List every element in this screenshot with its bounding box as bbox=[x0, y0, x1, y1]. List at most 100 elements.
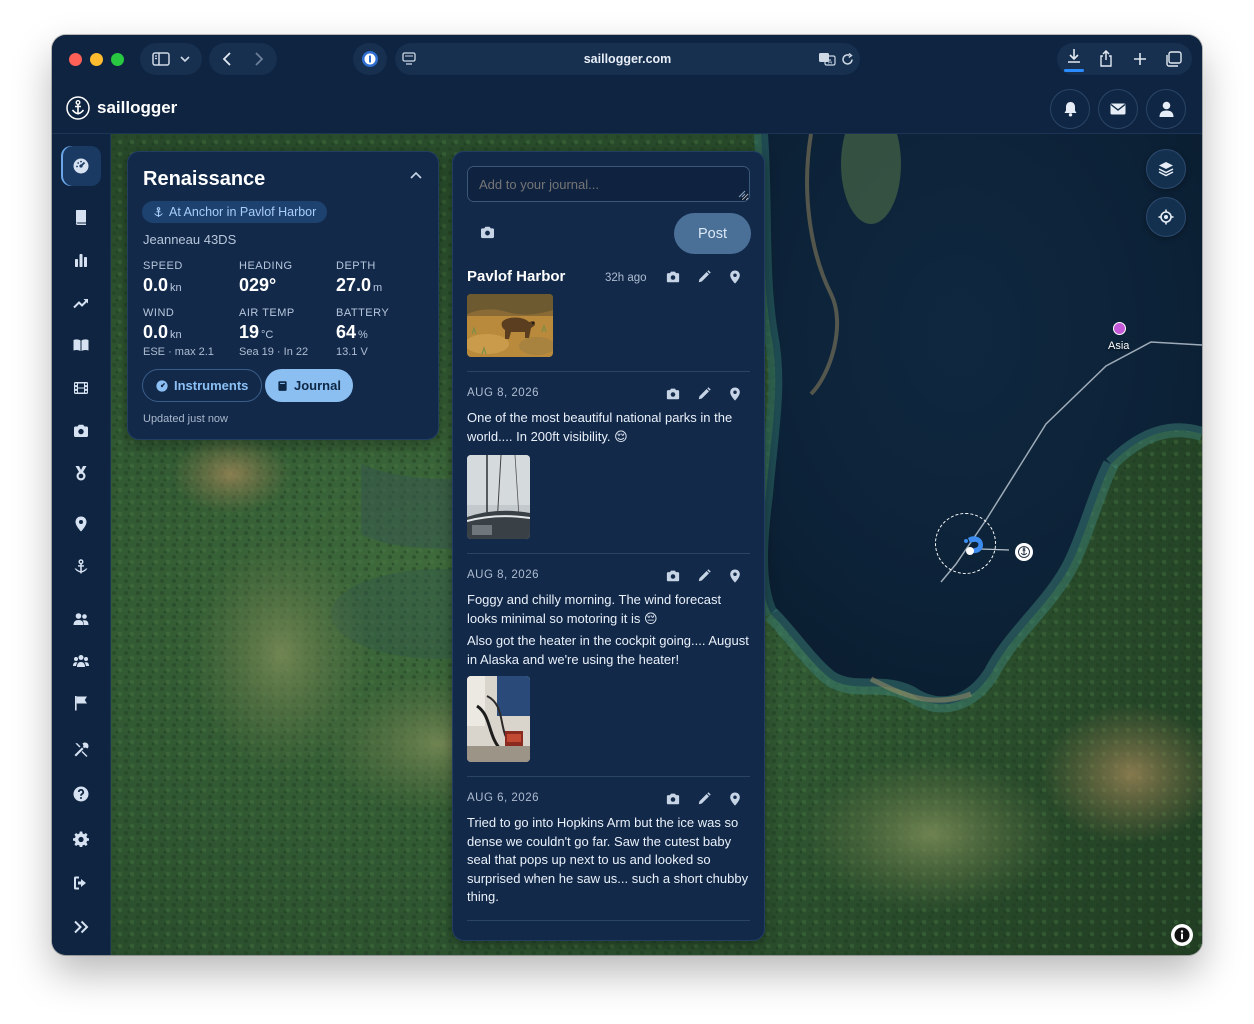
browser-actions bbox=[1057, 43, 1192, 75]
entry-actions bbox=[666, 270, 742, 284]
entry-photo-heater[interactable] bbox=[467, 676, 530, 762]
sidebar bbox=[52, 134, 111, 955]
collapse-chevron-icon[interactable] bbox=[410, 171, 422, 179]
reload-icon[interactable] bbox=[841, 53, 854, 66]
sidebar-item-crew[interactable] bbox=[61, 599, 101, 639]
pencil-icon[interactable] bbox=[697, 387, 711, 401]
sidebar-item-settings[interactable] bbox=[61, 819, 101, 859]
entry-actions bbox=[666, 387, 742, 401]
instruments-label: Instruments bbox=[174, 378, 249, 393]
password-extension-button[interactable] bbox=[353, 43, 387, 75]
brand-logo[interactable]: saillogger bbox=[66, 96, 177, 120]
entry-photo-fog[interactable] bbox=[467, 455, 530, 539]
sidebar-item-stats[interactable] bbox=[61, 240, 101, 280]
stat-value: 0.0 bbox=[143, 275, 169, 295]
boat-status-card: Renaissance At Anchor in Pavlof Harbor J… bbox=[127, 151, 439, 440]
sidebar-item-community[interactable] bbox=[61, 641, 101, 681]
entry-text-continued: Also got the heater in the cockpit going… bbox=[467, 633, 749, 667]
sidebar-item-logbook[interactable] bbox=[61, 197, 101, 237]
entry-text: Tried to go into Hopkins Arm but the ice… bbox=[467, 815, 749, 904]
map-pin-icon[interactable] bbox=[728, 270, 742, 284]
stat-unit: kn bbox=[170, 282, 182, 294]
forward-icon[interactable] bbox=[254, 52, 264, 66]
cockpit-heater-photo bbox=[467, 676, 530, 762]
bell-icon bbox=[1064, 102, 1076, 117]
notifications-button[interactable] bbox=[1050, 89, 1090, 129]
sidebar-item-journal[interactable] bbox=[61, 325, 101, 365]
waypoint-marker[interactable] bbox=[1113, 322, 1126, 335]
anchor-status-text: At Anchor in Pavlof Harbor bbox=[169, 205, 317, 219]
map-pin-icon[interactable] bbox=[728, 387, 742, 401]
minimize-window-button[interactable] bbox=[90, 53, 103, 66]
entry-text: Foggy and chilly morning. The wind forec… bbox=[467, 592, 722, 626]
entry-text: One of the most beautiful national parks… bbox=[467, 410, 733, 444]
map-info-button[interactable] bbox=[1171, 924, 1193, 946]
users-icon bbox=[73, 613, 89, 625]
profile-button[interactable] bbox=[1146, 89, 1186, 129]
camera-icon[interactable] bbox=[666, 569, 680, 583]
map-pin-icon[interactable] bbox=[728, 792, 742, 806]
share-icon[interactable] bbox=[1099, 50, 1113, 67]
new-tab-icon[interactable] bbox=[1133, 52, 1147, 66]
sidebar-item-videos[interactable] bbox=[61, 368, 101, 408]
user-icon bbox=[1159, 101, 1173, 117]
post-button[interactable]: Post bbox=[674, 213, 751, 254]
address-bar[interactable]: saillogger.com A bbox=[395, 43, 860, 75]
stat-unit: % bbox=[358, 329, 368, 341]
film-icon bbox=[74, 382, 88, 394]
anchor-status-badge: At Anchor in Pavlof Harbor bbox=[142, 201, 328, 223]
sidebar-item-flags[interactable] bbox=[61, 683, 101, 723]
entry-actions bbox=[666, 792, 742, 806]
anchor-marker[interactable] bbox=[1015, 543, 1033, 561]
sidebar-item-places[interactable] bbox=[61, 504, 101, 544]
journal-label: Journal bbox=[294, 378, 341, 393]
pencil-icon[interactable] bbox=[697, 792, 711, 806]
instruments-button[interactable]: Instruments bbox=[142, 369, 263, 402]
waypoint-label: Asia bbox=[1108, 340, 1130, 352]
stat-sub: ESE · max 2.1 bbox=[143, 346, 214, 358]
sidebar-item-photos[interactable] bbox=[61, 411, 101, 451]
sidebar-toggle-button[interactable] bbox=[140, 43, 202, 75]
stat-wind: WIND 0.0 kn ESE · max 2.1 bbox=[143, 307, 238, 358]
map-view[interactable]: Asia Renaissance At Anchor in Pavlof Har… bbox=[111, 134, 1202, 955]
sidebar-item-anchorages[interactable] bbox=[61, 547, 101, 587]
browser-window: saillogger.com A saillogger Asia Renaiss… bbox=[52, 35, 1202, 955]
sidebar-item-awards[interactable] bbox=[61, 453, 101, 493]
map-pin-icon[interactable] bbox=[728, 569, 742, 583]
pencil-icon[interactable] bbox=[697, 569, 711, 583]
nav-buttons bbox=[209, 43, 277, 75]
locate-button[interactable] bbox=[1146, 197, 1186, 237]
messages-button[interactable] bbox=[1098, 89, 1138, 129]
entry-actions bbox=[666, 569, 742, 583]
sidebar-item-logout[interactable] bbox=[61, 863, 101, 903]
back-icon[interactable] bbox=[222, 52, 232, 66]
journal-button[interactable]: Journal bbox=[265, 369, 353, 402]
journal-entry: Pavlof Harbor 32h ago bbox=[467, 268, 750, 357]
anchor-icon bbox=[74, 559, 88, 574]
sidebar-item-help[interactable] bbox=[61, 774, 101, 814]
sidebar-item-trends[interactable] bbox=[61, 283, 101, 323]
tab-overview-icon[interactable] bbox=[1165, 51, 1182, 67]
translate-icon[interactable]: A bbox=[818, 52, 836, 66]
sidebar-item-dashboard[interactable] bbox=[61, 146, 101, 186]
close-window-button[interactable] bbox=[69, 53, 82, 66]
map-layers-button[interactable] bbox=[1146, 149, 1186, 189]
camera-icon[interactable] bbox=[666, 270, 680, 284]
downloads-button[interactable] bbox=[1063, 47, 1085, 72]
info-icon bbox=[1174, 927, 1190, 943]
envelope-icon bbox=[1110, 103, 1126, 115]
entry-photo-bear[interactable] bbox=[467, 294, 553, 357]
sidebar-expand-button[interactable] bbox=[61, 907, 101, 947]
journal-input[interactable] bbox=[467, 166, 750, 202]
camera-icon[interactable] bbox=[666, 387, 680, 401]
boat-marker[interactable] bbox=[961, 534, 987, 561]
stat-label: SPEED bbox=[143, 260, 183, 272]
add-photo-icon[interactable] bbox=[480, 226, 495, 239]
camera-icon[interactable] bbox=[666, 792, 680, 806]
journal-panel: Post Pavlof Harbor 32h ago bbox=[452, 151, 765, 941]
sidebar-item-tools[interactable] bbox=[61, 730, 101, 770]
entry-divider bbox=[467, 776, 750, 777]
open-book-icon bbox=[73, 339, 89, 351]
zoom-window-button[interactable] bbox=[111, 53, 124, 66]
pencil-icon[interactable] bbox=[697, 270, 711, 284]
